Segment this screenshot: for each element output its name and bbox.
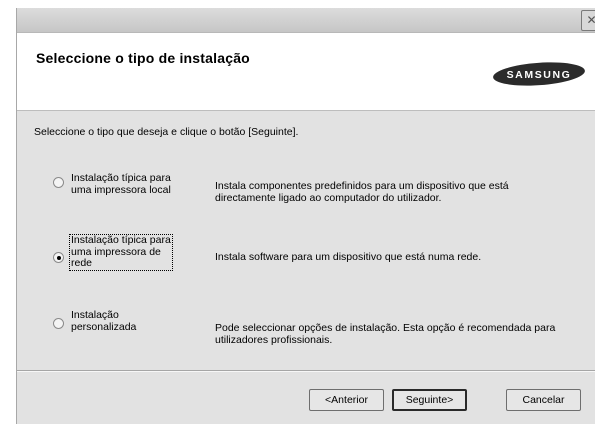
option-custom-install-description: Pode seleccionar opções de instalação. E… [215, 322, 555, 346]
samsung-wordmark: SAMSUNG [507, 69, 572, 81]
option-local-printer-label[interactable]: Instalação típica para uma impressora lo… [71, 172, 171, 196]
option-network-printer-description: Instala software para um dispositivo que… [215, 251, 481, 263]
option-custom-install-label[interactable]: Instalação personalizada [71, 309, 137, 333]
description-line: directamente ligado ao computador do uti… [215, 192, 442, 204]
option-network-printer-label[interactable]: Instalação típica para uma impressora de… [69, 234, 173, 271]
cancel-button[interactable]: Cancelar [506, 389, 581, 411]
samsung-logo: SAMSUNG [493, 62, 585, 86]
option-label-line: Instalação típica para [71, 234, 171, 246]
radio-network-printer[interactable] [53, 252, 64, 263]
page-title: Seleccione o tipo de instalação [36, 50, 250, 66]
next-button[interactable]: Seguinte> [392, 389, 467, 411]
title-bar: ✕ [17, 8, 595, 33]
back-button[interactable]: <Anterior [309, 389, 384, 411]
description-line: utilizadores profissionais. [215, 334, 333, 346]
option-label-line: Instalação [71, 309, 119, 321]
instruction-text: Seleccione o tipo que deseja e clique o … [34, 126, 299, 138]
radio-custom-install[interactable] [53, 318, 64, 329]
description-line: Instala software para um dispositivo que… [215, 251, 482, 263]
description-line: Pode seleccionar opções de instalação. E… [215, 322, 556, 334]
header-panel: Seleccione o tipo de instalação SAMSUNG [17, 33, 595, 111]
option-label-line: rede [71, 257, 93, 269]
description-line: Instala componentes predefinidos para um… [215, 180, 509, 192]
close-button[interactable]: ✕ [581, 10, 595, 31]
radio-local-printer[interactable] [53, 177, 64, 188]
option-local-printer-description: Instala componentes predefinidos para um… [215, 180, 509, 204]
close-icon: ✕ [586, 13, 595, 27]
footer-separator [17, 370, 595, 372]
radio-selected-dot [57, 256, 61, 260]
installer-dialog: ✕ Seleccione o tipo de instalação SAMSUN… [16, 8, 595, 424]
option-label-line: personalizada [71, 320, 137, 333]
option-label-line: Instalação típica para [71, 172, 171, 184]
option-label-line: uma impressora local [71, 183, 171, 196]
